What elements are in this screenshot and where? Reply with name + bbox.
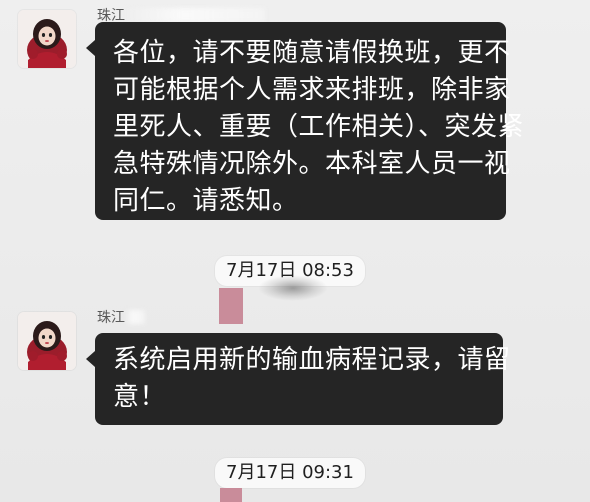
- photo-artifact: [258, 275, 328, 301]
- timestamp: 7月17日 09:31: [215, 458, 365, 488]
- sender-name: 珠江: [97, 307, 145, 327]
- message-text-line: 同仁。请悉知。: [113, 186, 299, 216]
- chat-window: 珠江 各位，请不要随意请假换班，更不 可能根据个人需求来排班，除非家 里死人、重…: [0, 0, 590, 502]
- photo-artifact: [219, 288, 243, 324]
- message-text-line: 可能根据个人需求来排班，除非家: [113, 75, 511, 105]
- photo-artifact: [220, 488, 242, 502]
- message-bubble[interactable]: 系统启用新的输血病程记录，请留 意！: [86, 333, 511, 425]
- sender-avatar[interactable]: [18, 10, 76, 68]
- sender-avatar[interactable]: [18, 312, 76, 370]
- message-bubble[interactable]: 各位，请不要随意请假换班，更不 可能根据个人需求来排班，除非家 里死人、重要（工…: [86, 22, 525, 220]
- message-text-line: 意！: [113, 382, 167, 412]
- avatar-image: [18, 312, 76, 370]
- avatar-image: [18, 10, 76, 68]
- message-text-line: 系统启用新的输血病程记录，请留: [113, 345, 511, 375]
- sender-name-text: 珠江: [97, 310, 125, 326]
- message-text-line: 急特殊情况除外。本科室人员一视: [113, 149, 511, 179]
- redaction-blur: [125, 8, 265, 22]
- message-text-line: 里死人、重要（工作相关）、突发紧: [113, 112, 525, 142]
- message-text-line: 各位，请不要随意请假换班，更不: [113, 38, 511, 68]
- redaction-blur: [125, 310, 145, 324]
